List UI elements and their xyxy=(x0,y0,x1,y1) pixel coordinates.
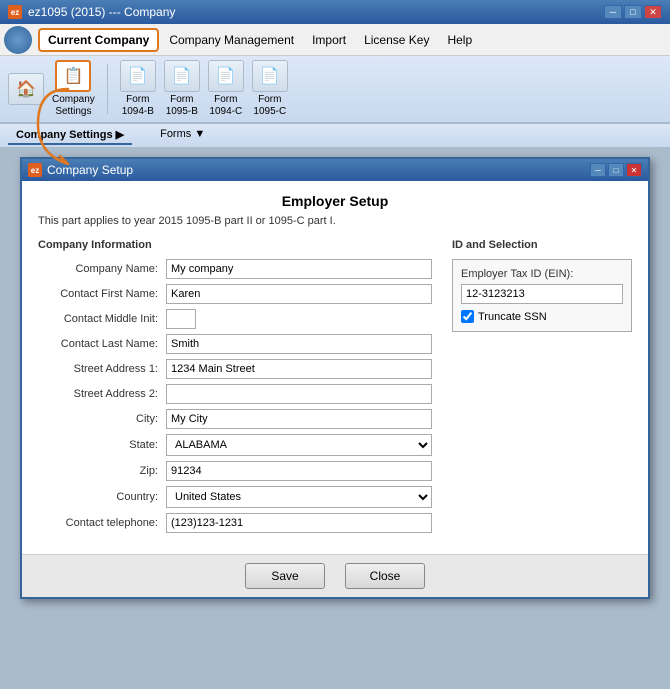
section-forms[interactable]: Forms ▼ xyxy=(152,126,213,145)
form-1094b-label: Form1094-B xyxy=(122,94,154,118)
home-icon[interactable]: 🏠 xyxy=(8,73,44,105)
app-logo xyxy=(4,26,32,54)
form-row-company-name: Company Name: xyxy=(38,259,432,279)
dialog-minimize[interactable]: ─ xyxy=(590,163,606,177)
truncate-ssn-row: Truncate SSN xyxy=(461,310,623,323)
form-1095b-icon[interactable]: 📄 xyxy=(164,60,200,92)
company-name-label: Company Name: xyxy=(38,263,158,275)
toolbar-separator xyxy=(107,64,108,114)
form-row-telephone: Contact telephone: xyxy=(38,513,432,533)
form-row-contact-first-name: Contact First Name: xyxy=(38,284,432,304)
dialog-title-bar: ez Company Setup ─ □ ✕ xyxy=(22,159,648,181)
employer-setup-desc: This part applies to year 2015 1095-B pa… xyxy=(38,215,632,227)
contact-first-name-input[interactable] xyxy=(166,284,432,304)
toolbar-form-1094b[interactable]: 📄 Form1094-B xyxy=(120,60,156,118)
toolbar-company-settings[interactable]: 📋 CompanySettings xyxy=(52,60,95,118)
contact-last-name-input[interactable] xyxy=(166,334,432,354)
dialog-title: Company Setup xyxy=(47,163,133,177)
country-select[interactable]: United States Canada Mexico xyxy=(166,486,432,508)
menu-item-help[interactable]: Help xyxy=(439,30,480,50)
toolbar: 🏠 📋 CompanySettings 📄 Form1094-B 📄 Form1… xyxy=(0,56,670,123)
menu-item-import[interactable]: Import xyxy=(304,30,354,50)
section-company-settings[interactable]: Company Settings ▶ xyxy=(8,126,132,145)
form-row-contact-last-name: Contact Last Name: xyxy=(38,334,432,354)
dialog-overlay: ez Company Setup ─ □ ✕ Employer Setup Th… xyxy=(0,147,670,689)
dialog-close[interactable]: ✕ xyxy=(626,163,642,177)
form-1094c-icon[interactable]: 📄 xyxy=(208,60,244,92)
form-1095c-icon[interactable]: 📄 xyxy=(252,60,288,92)
close-button[interactable]: ✕ xyxy=(644,5,662,19)
menu-item-current-company[interactable]: Current Company xyxy=(38,28,159,52)
state-label: State: xyxy=(38,439,158,451)
left-panel: Company Information Company Name: Contac… xyxy=(38,239,432,538)
close-dialog-button[interactable]: Close xyxy=(345,563,425,589)
dialog-maximize[interactable]: □ xyxy=(608,163,624,177)
ein-label: Employer Tax ID (EIN): xyxy=(461,268,623,280)
title-bar: ez ez1095 (2015) --- Company ─ □ ✕ xyxy=(0,0,670,24)
toolbar-form-1094c[interactable]: 📄 Form1094-C xyxy=(208,60,244,118)
dialog-window: ez Company Setup ─ □ ✕ Employer Setup Th… xyxy=(20,157,650,599)
state-select[interactable]: ALABAMA ALASKA ARIZONA xyxy=(166,434,432,456)
form-row-country: Country: United States Canada Mexico xyxy=(38,486,432,508)
street-address-2-label: Street Address 2: xyxy=(38,388,158,400)
form-1095c-label: Form1095-C xyxy=(253,94,286,118)
truncate-ssn-label: Truncate SSN xyxy=(478,311,547,323)
form-row-state: State: ALABAMA ALASKA ARIZONA xyxy=(38,434,432,456)
toolbar-home[interactable]: 🏠 xyxy=(8,73,44,105)
id-selection-label: ID and Selection xyxy=(452,239,632,251)
contact-first-name-label: Contact First Name: xyxy=(38,288,158,300)
window-controls: ─ □ ✕ xyxy=(604,5,662,19)
toolbar-form-1095c[interactable]: 📄 Form1095-C xyxy=(252,60,288,118)
country-label: Country: xyxy=(38,491,158,503)
ein-box: Employer Tax ID (EIN): Truncate SSN xyxy=(452,259,632,332)
app-icon: ez xyxy=(8,5,22,19)
setup-body: Company Information Company Name: Contac… xyxy=(38,239,632,538)
city-input[interactable] xyxy=(166,409,432,429)
section-bar: Company Settings ▶ Forms ▼ xyxy=(0,123,670,147)
company-name-input[interactable] xyxy=(166,259,432,279)
zip-label: Zip: xyxy=(38,465,158,477)
menu-item-company-management[interactable]: Company Management xyxy=(161,30,302,50)
form-row-contact-middle-init: Contact Middle Init: xyxy=(38,309,432,329)
company-info-label: Company Information xyxy=(38,239,432,251)
dialog-icon: ez xyxy=(28,163,42,177)
save-button[interactable]: Save xyxy=(245,563,325,589)
street-address-2-input[interactable] xyxy=(166,384,432,404)
right-panel: ID and Selection Employer Tax ID (EIN): … xyxy=(452,239,632,538)
maximize-button[interactable]: □ xyxy=(624,5,642,19)
form-1094c-label: Form1094-C xyxy=(209,94,242,118)
truncate-ssn-checkbox[interactable] xyxy=(461,310,474,323)
menu-bar: Current Company Company Management Impor… xyxy=(0,24,670,56)
toolbar-form-1095b[interactable]: 📄 Form1095-B xyxy=(164,60,200,118)
ein-input[interactable] xyxy=(461,284,623,304)
company-settings-icon[interactable]: 📋 xyxy=(55,60,91,92)
contact-telephone-input[interactable] xyxy=(166,513,432,533)
menu-item-license-key[interactable]: License Key xyxy=(356,30,437,50)
company-settings-label: CompanySettings xyxy=(52,94,95,118)
contact-middle-init-input[interactable] xyxy=(166,309,196,329)
form-row-street-address-2: Street Address 2: xyxy=(38,384,432,404)
form-row-street-address-1: Street Address 1: xyxy=(38,359,432,379)
employer-setup-heading: Employer Setup xyxy=(38,193,632,209)
zip-input[interactable] xyxy=(166,461,432,481)
city-label: City: xyxy=(38,413,158,425)
main-window: Current Company Company Management Impor… xyxy=(0,24,670,689)
form-1094b-icon[interactable]: 📄 xyxy=(120,60,156,92)
contact-last-name-label: Contact Last Name: xyxy=(38,338,158,350)
street-address-1-label: Street Address 1: xyxy=(38,363,158,375)
window-title: ez1095 (2015) --- Company xyxy=(28,5,175,19)
contact-telephone-label: Contact telephone: xyxy=(38,517,158,529)
dialog-controls: ─ □ ✕ xyxy=(590,163,642,177)
contact-middle-init-label: Contact Middle Init: xyxy=(38,313,158,325)
minimize-button[interactable]: ─ xyxy=(604,5,622,19)
dialog-content: Employer Setup This part applies to year… xyxy=(22,181,648,554)
form-row-city: City: xyxy=(38,409,432,429)
street-address-1-input[interactable] xyxy=(166,359,432,379)
form-1095b-label: Form1095-B xyxy=(166,94,198,118)
form-row-zip: Zip: xyxy=(38,461,432,481)
dialog-footer: Save Close xyxy=(22,554,648,597)
